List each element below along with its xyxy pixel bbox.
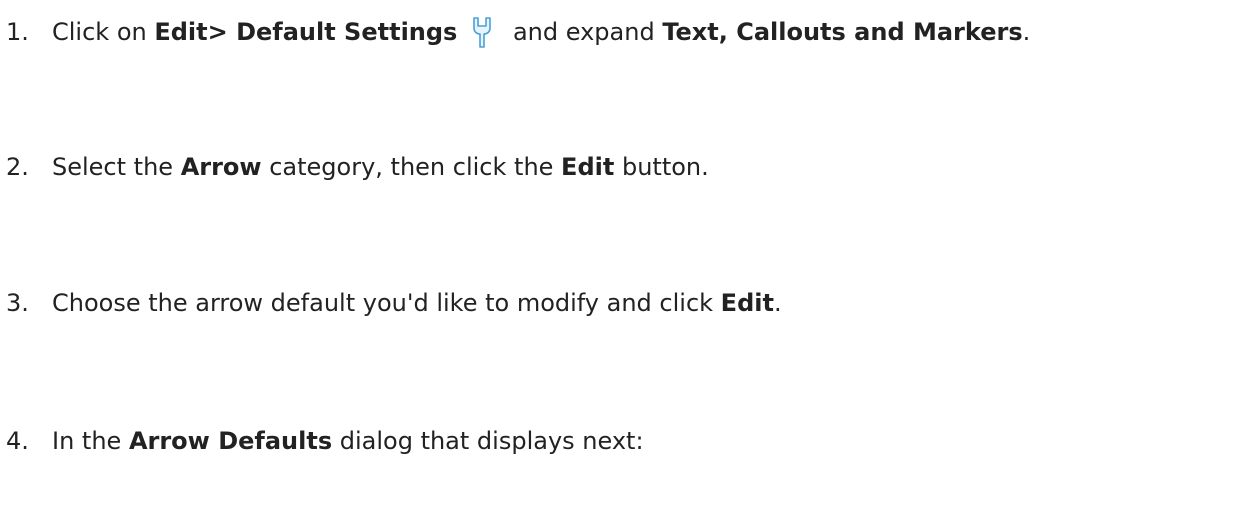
step-text: Click on	[52, 18, 155, 46]
menu-path: Edit> Default Settings	[154, 18, 458, 46]
step-text: and expand	[505, 18, 663, 46]
step-text: category, then click the	[261, 153, 562, 181]
step-text: .	[773, 289, 782, 317]
step-3: 3. Choose the arrow default you'd like to…	[6, 286, 1230, 320]
section-name: Text, Callouts and Markers	[662, 18, 1023, 46]
step-1: 1. Click on Edit> Default Settings and ex…	[6, 15, 1230, 49]
step-text: Choose the arrow default you'd like to m…	[52, 289, 721, 317]
category-name: Arrow	[180, 153, 262, 181]
step-4: 4. In the Arrow Defaults dialog that disp…	[6, 424, 1230, 458]
wrench-settings-icon	[467, 15, 497, 49]
button-name: Edit	[561, 153, 615, 181]
dialog-name: Arrow Defaults	[128, 427, 333, 455]
step-number: 3.	[6, 289, 29, 317]
step-number: 4.	[6, 427, 29, 455]
instruction-steps: 1. Click on Edit> Default Settings and ex…	[0, 0, 1240, 514]
step-number: 2.	[6, 153, 29, 181]
step-text: dialog that displays next:	[332, 427, 644, 455]
step-2: 2. Select the Arrow category, then click …	[6, 150, 1230, 184]
step-text: .	[1022, 18, 1031, 46]
step-text: In the	[52, 427, 129, 455]
button-name: Edit	[720, 289, 774, 317]
step-text: button.	[614, 153, 709, 181]
step-number: 1.	[6, 18, 29, 46]
step-text: Select the	[52, 153, 181, 181]
